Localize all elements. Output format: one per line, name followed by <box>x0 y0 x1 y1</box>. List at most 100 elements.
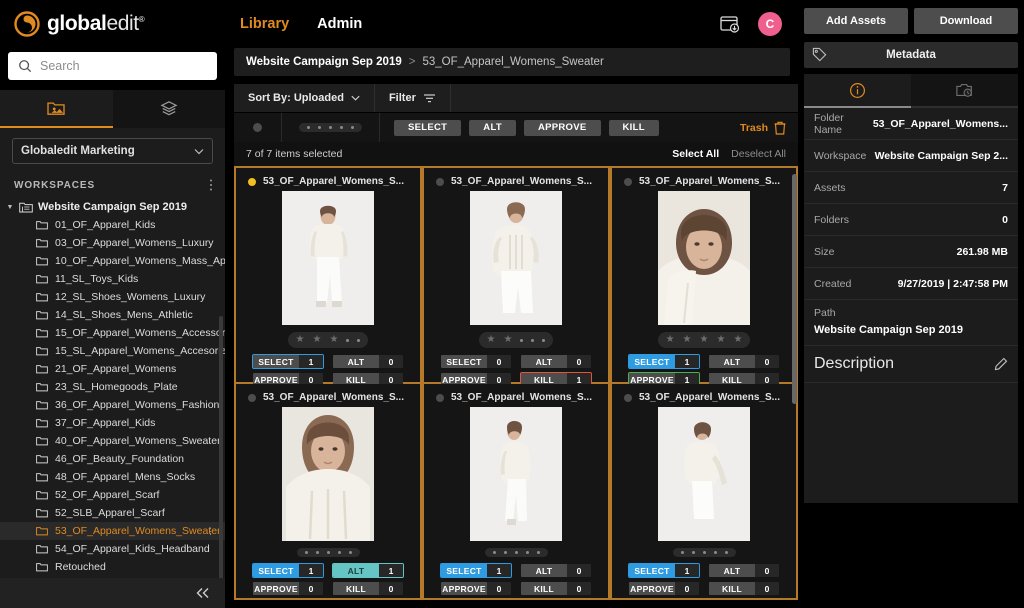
rating-dot-icon[interactable] <box>503 551 507 554</box>
rating-dot-icon[interactable] <box>307 126 310 129</box>
select-all-button[interactable]: Select All <box>672 148 719 160</box>
bulk-kill-button[interactable]: KILL <box>608 119 659 136</box>
sidebar-tab-collections[interactable] <box>113 90 226 128</box>
rating-dot-icon[interactable] <box>691 551 695 554</box>
asset-rating[interactable]: ★ ★ <box>478 332 554 348</box>
rating-dot-icon[interactable] <box>346 338 350 342</box>
asset-thumbnail[interactable] <box>658 407 750 541</box>
approve-flag-button[interactable]: APPROVE 0 <box>252 581 324 596</box>
collapse-left-icon[interactable] <box>195 587 211 599</box>
asset-card[interactable]: 53_OF_Apparel_Womens_S... ★ ★ SELECT 0 ALT 0 AP… <box>422 168 610 387</box>
rating-dot-icon[interactable] <box>337 551 341 554</box>
color-dot-icon[interactable] <box>624 177 632 186</box>
select-flag-button[interactable]: SELECT 1 <box>252 563 324 578</box>
tree-item[interactable]: 14_SL_Shoes_Mens_Athletic <box>0 306 225 324</box>
sidebar-tab-folders[interactable] <box>0 90 113 128</box>
asset-thumbnail[interactable] <box>658 191 750 325</box>
rating-dot-icon[interactable] <box>525 551 529 554</box>
alt-flag-button[interactable]: ALT 0 <box>708 563 780 578</box>
tree-item[interactable]: Retouched <box>0 558 225 576</box>
search-input[interactable] <box>40 59 207 73</box>
star-icon[interactable]: ★ <box>329 335 338 345</box>
rating-dot-icon[interactable] <box>680 551 684 554</box>
bulk-select-button[interactable]: SELECT <box>394 119 462 136</box>
asset-rating[interactable]: ★ ★ ★ ★ ★ <box>657 332 751 348</box>
rating-dot-icon[interactable] <box>315 551 319 554</box>
alt-flag-button[interactable]: ALT 0 <box>708 354 780 369</box>
tree-item[interactable]: 01_OF_Apparel_Kids <box>0 216 225 234</box>
star-icon[interactable]: ★ <box>683 335 692 345</box>
color-dot-icon[interactable] <box>248 177 256 186</box>
tree-item[interactable]: 52_SLB_Apparel_Scarf <box>0 504 225 522</box>
rating-dot-icon[interactable] <box>357 338 361 342</box>
tree-item[interactable]: 15_SL_Apparel_Womens_Accesories <box>0 342 225 360</box>
rating-dot-icon[interactable] <box>520 338 524 342</box>
asset-rating[interactable]: ★ ★ ★ <box>287 332 369 348</box>
rating-dot-icon[interactable] <box>542 338 546 342</box>
rating-pill[interactable] <box>672 548 736 557</box>
rating-dot-icon[interactable] <box>702 551 706 554</box>
star-icon[interactable]: ★ <box>504 335 513 345</box>
star-icon[interactable]: ★ <box>700 335 709 345</box>
filter-button[interactable]: Filter <box>375 84 451 112</box>
sidebar-scrollbar[interactable] <box>219 316 223 578</box>
tree-item[interactable]: 11_SL_Toys_Kids <box>0 270 225 288</box>
rating-dot-icon[interactable] <box>304 551 308 554</box>
rating-pill[interactable]: ★ ★ ★ ★ ★ <box>657 332 751 348</box>
sort-by-dropdown[interactable]: Sort By: Uploaded <box>234 84 375 112</box>
gallery-scrollbar[interactable] <box>792 174 797 404</box>
pencil-icon[interactable] <box>994 357 1008 371</box>
color-dot-icon[interactable] <box>436 393 444 402</box>
tree-item[interactable]: 12_SL_Shoes_Womens_Luxury <box>0 288 225 306</box>
asset-card[interactable]: 53_OF_Apparel_Womens_S... SELECT 1 ALT 0 APPR… <box>422 384 610 600</box>
star-icon[interactable]: ★ <box>666 335 675 345</box>
approve-flag-button[interactable]: APPROVE 0 <box>628 581 700 596</box>
tree-item[interactable]: 10_OF_Apparel_Womens_Mass_Appeal <box>0 252 225 270</box>
breadcrumb-parent[interactable]: Website Campaign Sep 2019 <box>246 56 402 68</box>
rating-dot-icon[interactable] <box>351 126 354 129</box>
rating-pill[interactable]: ★ ★ ★ <box>287 332 369 348</box>
asset-rating[interactable] <box>672 548 736 557</box>
workspace-select[interactable]: Globaledit Marketing <box>12 138 213 164</box>
brand-logo[interactable]: globaledit® <box>0 0 225 48</box>
rating-dot-icon[interactable] <box>531 338 535 342</box>
bulk-approve-button[interactable]: APPROVE <box>523 119 601 136</box>
alt-flag-button[interactable]: ALT 1 <box>332 563 404 578</box>
tree-item[interactable]: 15_OF_Apparel_Womens_Accessories <box>0 324 225 342</box>
asset-rating[interactable] <box>484 548 548 557</box>
metadata-tab-history[interactable] <box>911 74 1018 108</box>
folder-tree[interactable]: ▼ Website Campaign Sep 2019 01_OF_Appare… <box>0 198 225 578</box>
star-icon[interactable]: ★ <box>313 335 322 345</box>
download-button[interactable]: Download <box>914 8 1018 34</box>
star-icon[interactable]: ★ <box>716 335 725 345</box>
caret-down-icon[interactable]: ▼ <box>6 204 14 211</box>
kill-flag-button[interactable]: KILL 0 <box>520 581 592 596</box>
bulk-rating-pill[interactable] <box>299 123 362 132</box>
star-icon[interactable]: ★ <box>296 335 305 345</box>
rating-dot-icon[interactable] <box>340 126 343 129</box>
metadata-tab-info[interactable] <box>804 74 911 108</box>
sidebar-collapse-bar[interactable] <box>0 578 225 608</box>
rating-dot-icon[interactable] <box>536 551 540 554</box>
kill-flag-button[interactable]: KILL 0 <box>332 581 404 596</box>
alt-flag-button[interactable]: ALT 0 <box>520 354 592 369</box>
kill-flag-button[interactable]: KILL 0 <box>708 581 780 596</box>
kebab-menu-icon[interactable] <box>209 178 213 192</box>
tree-item[interactable]: 37_OF_Apparel_Kids <box>0 414 225 432</box>
color-dot-icon[interactable] <box>624 393 632 402</box>
tree-item[interactable]: 53_OF_Apparel_Womens_Sweater ⋮ <box>0 522 225 540</box>
asset-card[interactable]: 53_OF_Apparel_Womens_S... SELECT 1 ALT 1 APPR… <box>234 384 422 600</box>
rating-dot-icon[interactable] <box>326 551 330 554</box>
select-flag-button[interactable]: SELECT 1 <box>628 563 700 578</box>
search-box[interactable] <box>8 52 217 80</box>
asset-card[interactable]: 53_OF_Apparel_Womens_S... SELECT 1 ALT 0 APPR… <box>610 384 798 600</box>
tree-item[interactable]: 23_SL_Homegoods_Plate <box>0 378 225 396</box>
asset-card[interactable]: 53_OF_Apparel_Womens_S... ★ ★ ★ SELECT 1 ALT 0 A… <box>234 168 422 386</box>
asset-thumbnail[interactable] <box>282 407 374 541</box>
tree-item[interactable]: 36_OF_Apparel_Womens_Fashion <box>0 396 225 414</box>
tree-item[interactable]: 21_OF_Apparel_Womens <box>0 360 225 378</box>
color-dot-icon[interactable] <box>436 177 444 186</box>
select-flag-button[interactable]: SELECT 1 <box>440 563 512 578</box>
tree-item[interactable]: 52_OF_Apparel_Scarf <box>0 486 225 504</box>
rating-dot-icon[interactable] <box>348 551 352 554</box>
